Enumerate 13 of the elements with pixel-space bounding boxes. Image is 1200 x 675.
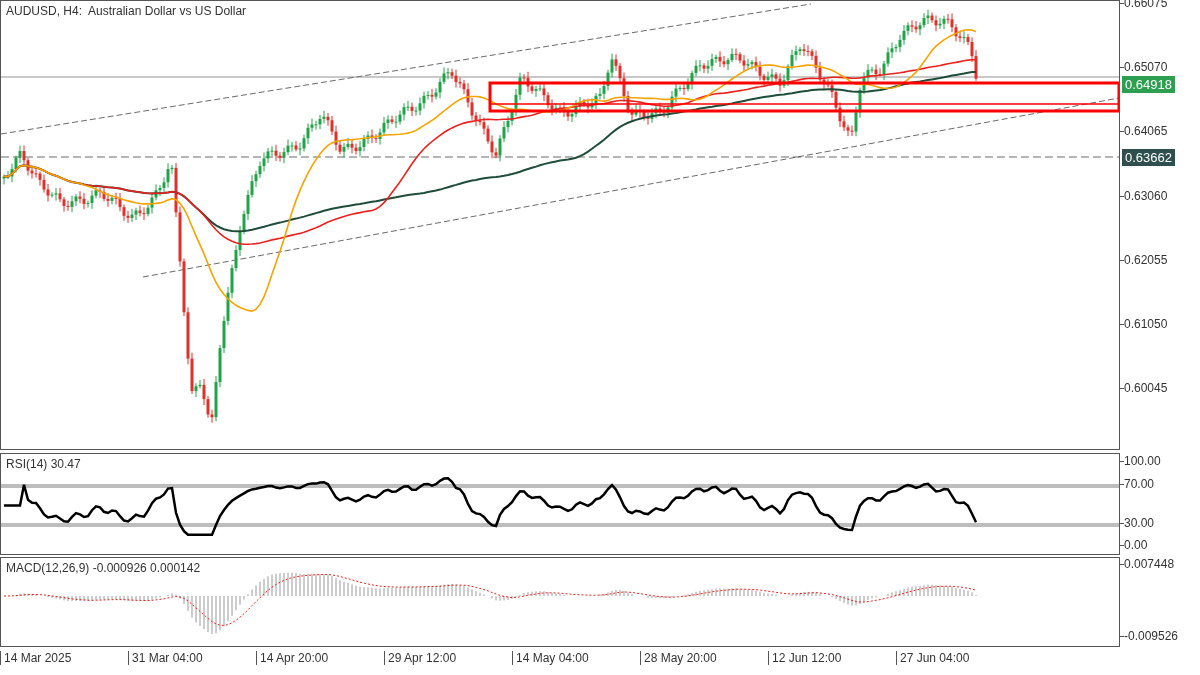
- macd-label: MACD(12,26,9) -0.000926 0.000142: [6, 561, 201, 575]
- time-axis-label: 29 Apr 12:00: [384, 651, 512, 665]
- price-tag: 0.64918: [1122, 76, 1175, 93]
- time-axis-label: 28 May 20:00: [640, 651, 768, 665]
- chart-title: AUDUSD, H4: Australian Dollar vs US Dollar: [6, 4, 247, 18]
- time-axis-label: 12 Jun 12:00: [768, 651, 896, 665]
- time-axis-label: 14 May 04:00: [512, 651, 640, 665]
- time-axis-label: 31 Mar 04:00: [128, 651, 256, 665]
- price-tag: 0.63662: [1122, 149, 1175, 166]
- rsi-label: RSI(14) 30.47: [6, 457, 81, 471]
- time-axis-label: 14 Apr 20:00: [256, 651, 384, 665]
- time-axis-label: 14 Mar 2025: [0, 651, 128, 665]
- time-axis-label: 27 Jun 04:00: [896, 651, 1024, 665]
